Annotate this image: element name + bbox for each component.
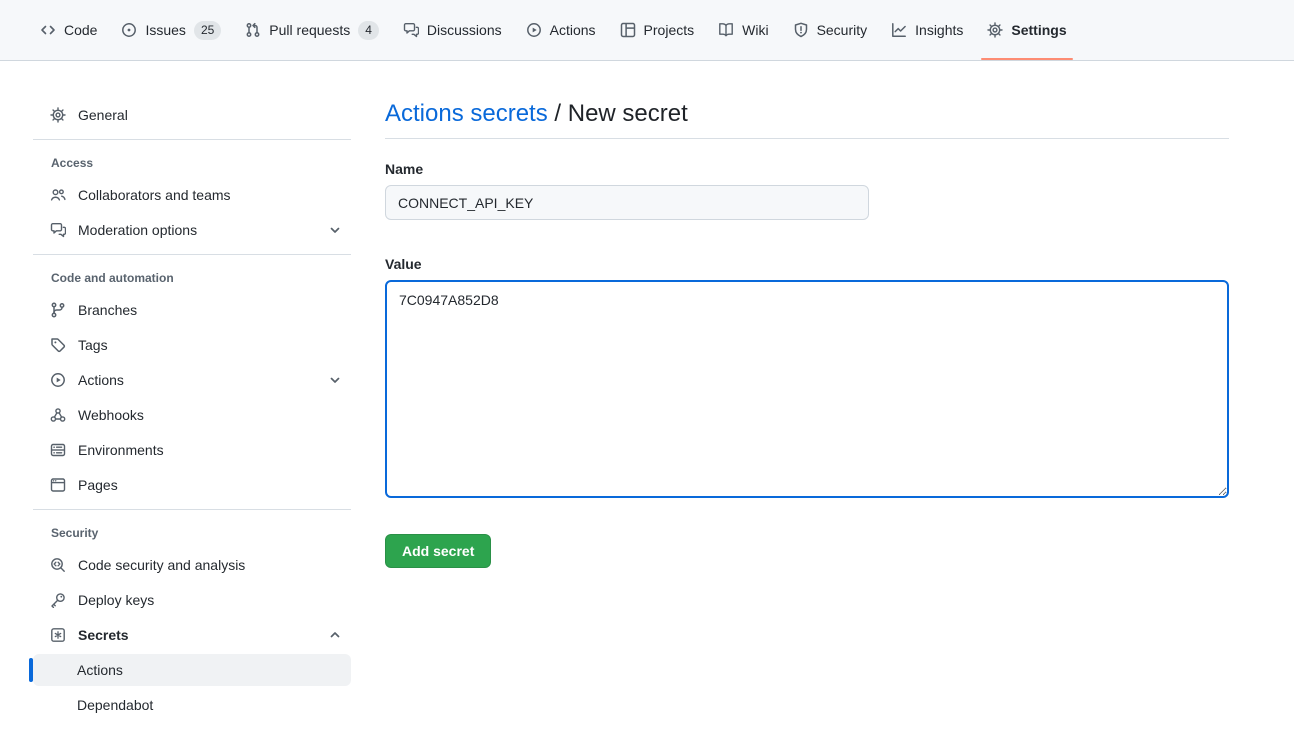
issue-opened-icon [121,22,137,38]
webhook-icon [50,407,66,423]
secret-name-label: Name [385,161,1229,177]
tab-label: Actions [550,22,596,38]
sidebar-divider [33,254,351,255]
tab-wiki[interactable]: Wiki [710,0,776,60]
tab-issues[interactable]: Issues 25 [113,0,229,60]
sidebar-item-label: Webhooks [78,407,144,423]
chevron-down-icon [327,222,343,238]
tab-projects[interactable]: Projects [612,0,703,60]
sidebar-item-actions[interactable]: Actions [33,364,351,396]
sidebar-item-label: Branches [78,302,137,318]
tab-label: Discussions [427,22,502,38]
tab-label: Projects [644,22,695,38]
browser-icon [50,477,66,493]
breadcrumb-current: New secret [568,100,688,127]
actions-secrets-breadcrumb-link[interactable]: Actions secrets [385,100,548,127]
chevron-up-icon [327,627,343,643]
gear-icon [987,22,1003,38]
graph-icon [891,22,907,38]
tab-discussions[interactable]: Discussions [395,0,510,60]
sidebar-item-label: Secrets [78,627,129,643]
code-icon [40,22,56,38]
tab-actions[interactable]: Actions [518,0,604,60]
tab-label: Settings [1011,22,1066,38]
sidebar-item-moderation-options[interactable]: Moderation options [33,214,351,246]
tab-label: Code [64,22,97,38]
play-icon [526,22,542,38]
sidebar-item-label: General [78,107,128,123]
secret-name-input[interactable] [385,185,869,220]
tab-settings[interactable]: Settings [979,0,1074,60]
git-pull-request-icon [245,22,261,38]
page-title: Actions secrets / New secret [385,99,1229,139]
breadcrumb-separator: / [554,100,561,127]
sidebar-divider [33,139,351,140]
sidebar-item-label: Pages [78,477,118,493]
tab-insights[interactable]: Insights [883,0,971,60]
sidebar-item-label: Moderation options [78,222,197,238]
tab-label: Wiki [742,22,768,38]
sidebar-item-secrets[interactable]: Secrets [33,619,351,651]
server-icon [50,442,66,458]
sidebar-item-collaborators-and-teams[interactable]: Collaborators and teams [33,179,351,211]
secret-value-textarea[interactable]: 7C0947A852D8 [385,280,1229,498]
pull-requests-count-badge: 4 [358,21,379,40]
tab-code[interactable]: Code [32,0,105,60]
tab-label: Issues [145,22,185,38]
new-secret-form-area: Actions secrets / New secret Name Value … [385,99,1229,724]
sidebar-item-label: Deploy keys [78,592,154,608]
tab-label: Security [817,22,868,38]
sidebar-subitem-label: Actions [77,662,123,678]
sidebar-item-label: Actions [78,372,124,388]
repo-tab-bar: Code Issues 25 Pull requests 4 Discussio… [0,0,1294,61]
tag-icon [50,337,66,353]
sidebar-item-environments[interactable]: Environments [33,434,351,466]
settings-sidebar: General Access Collaborators and teams M… [33,99,351,724]
book-icon [718,22,734,38]
codescan-icon [50,557,66,573]
sidebar-item-label: Environments [78,442,164,458]
add-secret-button[interactable]: Add secret [385,534,491,568]
comment-discussion-icon [50,222,66,238]
gear-icon [50,107,66,123]
sidebar-section-title-access: Access [33,148,351,179]
project-icon [620,22,636,38]
sidebar-item-pages[interactable]: Pages [33,469,351,501]
sidebar-item-branches[interactable]: Branches [33,294,351,326]
git-branch-icon [50,302,66,318]
sidebar-divider [33,509,351,510]
sidebar-item-deploy-keys[interactable]: Deploy keys [33,584,351,616]
sidebar-item-label: Tags [78,337,108,353]
sidebar-subitem-secrets-dependabot[interactable]: Dependabot [33,689,351,721]
tab-label: Insights [915,22,963,38]
play-icon [50,372,66,388]
chevron-down-icon [327,372,343,388]
sidebar-item-code-security-and-analysis[interactable]: Code security and analysis [33,549,351,581]
sidebar-item-label: Code security and analysis [78,557,245,573]
sidebar-section-title-security: Security [33,518,351,549]
sidebar-section-title-code-and-automation: Code and automation [33,263,351,294]
settings-page: General Access Collaborators and teams M… [0,61,1294,724]
key-icon [50,592,66,608]
comment-discussion-icon [403,22,419,38]
issues-count-badge: 25 [194,21,221,40]
shield-icon [793,22,809,38]
sidebar-item-general[interactable]: General [33,99,351,131]
tab-label: Pull requests [269,22,350,38]
secret-value-label: Value [385,256,1229,272]
tab-security[interactable]: Security [785,0,876,60]
sidebar-subitem-secrets-actions[interactable]: Actions [33,654,351,686]
sidebar-item-webhooks[interactable]: Webhooks [33,399,351,431]
sidebar-item-tags[interactable]: Tags [33,329,351,361]
key-asterisk-icon [50,627,66,643]
sidebar-item-label: Collaborators and teams [78,187,231,203]
tab-pull-requests[interactable]: Pull requests 4 [237,0,387,60]
people-icon [50,187,66,203]
sidebar-subitem-label: Dependabot [77,697,153,713]
